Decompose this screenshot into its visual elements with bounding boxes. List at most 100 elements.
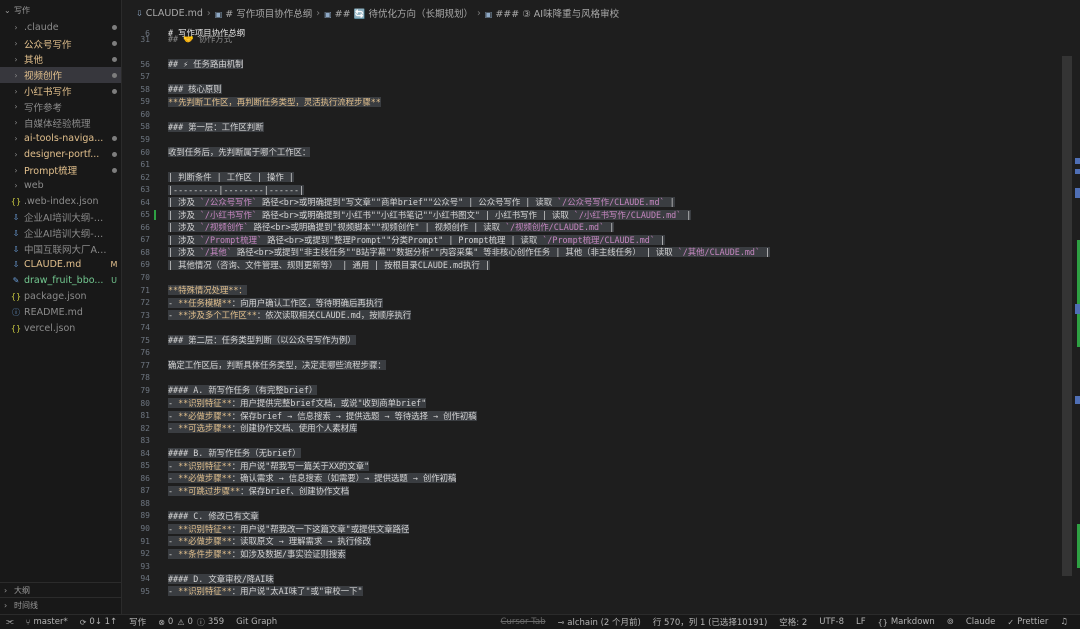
git-blame-status[interactable]: ⊸ alchain (2 个月前) [552, 615, 647, 629]
sync-status[interactable]: ⟳ 0↓ 1↑ [74, 615, 123, 629]
code-line[interactable]: 68 | 涉及 `/其他` 路径<br>或提到"非主线任务""B站字幕""数据分析… [122, 246, 771, 258]
vertical-scrollbar[interactable] [1062, 56, 1072, 576]
tree-item[interactable]: ⇩ 中国互联网大厂AI编... [0, 241, 121, 257]
chevron-right-icon[interactable]: › [10, 181, 22, 190]
code-line[interactable]: 71 **特殊情况处理**： [122, 284, 247, 296]
code-line[interactable]: 58 ### 核心原则 [122, 83, 222, 95]
code-line[interactable]: 93 [122, 560, 150, 572]
indentation-status[interactable]: 空格: 2 [773, 615, 813, 629]
sticky-scroll-headers[interactable]: 6 # 写作项目协作总纲 31 ## 🤝 协作方式 [122, 26, 1062, 44]
code-line[interactable]: 91 - **必做步骤**：读取原文 → 理解需求 → 执行修改 [122, 535, 371, 547]
code-line[interactable]: 82 - **可选步骤**：创建协作文档、使用个人素材库 [122, 422, 358, 434]
editor-area[interactable]: 6 # 写作项目协作总纲 31 ## 🤝 协作方式 56 ## ⚡ 任务路由机制 57 58… [122, 26, 1080, 614]
code-line[interactable]: 69 | 其他情况（咨询、文件管理、规则更新等） | 通用 | 按根目录CLAUD… [122, 259, 490, 271]
tree-item[interactable]: ⇩ 企业AI培训大纲-抖音... [0, 210, 121, 226]
tree-item[interactable]: › ai-tools-naviga... [0, 131, 121, 147]
code-line[interactable]: 89 #### C. 修改已有文章 [122, 510, 259, 522]
eol-status[interactable]: LF [850, 615, 872, 629]
prettier-status[interactable]: ✓ Prettier [1001, 615, 1054, 629]
code-line[interactable]: 80 - **识别特征**：用户提供完整brief文档，或说"收到商单brief" [122, 397, 427, 409]
chevron-right-icon[interactable]: › [10, 166, 22, 175]
code-line[interactable]: 94 #### D. 文章审校/降AI味 [122, 573, 274, 585]
chevron-right-icon[interactable]: › [10, 23, 22, 32]
tree-item[interactable]: {} package.json [0, 289, 121, 305]
chevron-right-icon[interactable]: › [10, 150, 22, 159]
tree-item[interactable]: › web [0, 178, 121, 194]
tree-item[interactable]: ⓘ README.md [0, 304, 121, 320]
outline-section[interactable]: › 大纲 [0, 582, 121, 597]
code-line[interactable]: 58 ### 第一层：工作区判断 [122, 121, 264, 133]
explorer-header[interactable]: ⌄ 写作 [0, 0, 121, 20]
tree-item[interactable]: › 写作参考 [0, 99, 121, 115]
claude-status[interactable]: Claude [960, 615, 1002, 629]
chevron-right-icon[interactable]: › [10, 102, 22, 111]
code-line[interactable]: 77 确定工作区后，判断具体任务类型，决定走哪些流程步骤： [122, 359, 386, 371]
sticky-line[interactable]: 31 ## 🤝 协作方式 [122, 33, 232, 45]
tree-item[interactable]: › .claude [0, 20, 121, 36]
code-line[interactable]: 60 [122, 108, 150, 120]
code-line[interactable]: 70 [122, 271, 150, 283]
notifications-status[interactable]: ♫ [1054, 615, 1074, 629]
code-line[interactable]: 76 [122, 347, 150, 359]
tree-item[interactable]: › Prompt梳理 [0, 162, 121, 178]
workspace-status[interactable]: 写作 [123, 615, 152, 629]
code-line[interactable]: 67 | 涉及 `/Prompt梳理` 路径<br>或提到"整理Prompt""分… [122, 234, 665, 246]
tree-item[interactable]: ⇩ CLAUDE.md M [0, 257, 121, 273]
language-mode-status[interactable]: {} Markdown [872, 615, 941, 629]
code-line[interactable]: 66 | 涉及 `/视频创作` 路径<br>或明确提到"视频脚本""视频创作" |… [122, 221, 615, 233]
git-graph-button[interactable]: Git Graph [230, 615, 283, 629]
code-line[interactable]: 85 - **识别特征**：用户说"帮我写一篇关于XX的文章" [122, 460, 370, 472]
code-line[interactable]: 57 [122, 71, 150, 83]
chevron-right-icon[interactable]: › [10, 134, 22, 143]
tree-item[interactable]: ✎ draw_fruit_bbo... U [0, 273, 121, 289]
cursor-position-status[interactable]: 行 570，列 1 (已选择10191) [647, 615, 773, 629]
code-line[interactable]: 56 ## ⚡ 任务路由机制 [122, 58, 244, 70]
tree-item[interactable]: › designer-portf... [0, 146, 121, 162]
chevron-right-icon[interactable]: › [10, 71, 22, 80]
code-line[interactable]: 65 | 涉及 `/小红书写作` 路径<br>或明确提到"小红书""小红书笔记""… [122, 209, 692, 221]
encoding-status[interactable]: UTF-8 [813, 615, 850, 629]
code-line[interactable]: 86 - **必做步骤**：确认需求 → 信息搜索（如需要）→ 提供选题 → 创作… [122, 472, 457, 484]
tree-item[interactable]: ⇩ 企业AI培训大纲-抖音... [0, 225, 121, 241]
code-line[interactable]: 81 - **必做步骤**：保存brief → 信息搜索 → 提供选题 → 等待选… [122, 409, 477, 421]
code-line[interactable]: 87 - **可跳过步骤**：保存brief、创建协作文档 [122, 485, 350, 497]
code-line[interactable]: 60 收到任务后，先判断属于哪个工作区： [122, 146, 311, 158]
problems-status[interactable]: ⊗ 0 ⚠ 0 ⓘ 359 [152, 615, 230, 629]
code-line[interactable]: 72 - **任务模糊**：向用户确认工作区，等待明确后再执行 [122, 296, 383, 308]
branch-status[interactable]: ⑂ master* [20, 615, 74, 629]
tree-item[interactable]: › 自媒体经验梳理 [0, 115, 121, 131]
code-line[interactable]: 78 [122, 372, 150, 384]
code-line[interactable]: 63 |---------|--------|------| [122, 184, 305, 196]
tree-item[interactable]: › 公众号写作 [0, 36, 121, 52]
breadcrumb-segment[interactable]: ▣ ## 🔄 待优化方向（长期规划） [324, 6, 473, 20]
code-line[interactable]: 61 [122, 158, 150, 170]
code-line[interactable]: 75 ### 第二层：任务类型判断（以公众号写作为例） [122, 334, 356, 346]
tree-item[interactable]: › 其他 [0, 52, 121, 68]
chevron-right-icon[interactable]: › [10, 39, 22, 48]
code-line[interactable]: 59 **先判断工作区，再判断任务类型，灵活执行流程步骤** [122, 96, 381, 108]
code-line[interactable]: 59 [122, 133, 150, 145]
code-line[interactable]: 90 - **识别特征**：用户说"帮我改一下这篇文章"或提供文章路径 [122, 522, 410, 534]
cursor-tab-status[interactable]: Cursor Tab [495, 615, 552, 629]
breadcrumb-segment[interactable]: ▣ ### ③ AI味降重与风格审校 [485, 6, 619, 20]
chevron-right-icon[interactable]: › [10, 87, 22, 96]
tree-item[interactable]: › 视频创作 [0, 67, 121, 84]
code-line[interactable]: 73 - **涉及多个工作区**：依次读取相关CLAUDE.md，按顺序执行 [122, 309, 412, 321]
code-line[interactable]: 92 - **条件步骤**：如涉及数据/事实验证则搜索 [122, 547, 346, 559]
breadcrumb-segment[interactable]: ⇩ CLAUDE.md [136, 8, 203, 19]
feedback-status[interactable]: ⊚ [941, 615, 960, 629]
code-line[interactable]: 83 [122, 435, 150, 447]
code-line[interactable]: 74 [122, 322, 150, 334]
tree-item[interactable]: {} .web-index.json [0, 194, 121, 210]
chevron-right-icon[interactable]: › [10, 118, 22, 127]
code-line[interactable]: 88 [122, 497, 150, 509]
tree-item[interactable]: › 小红书写作 [0, 83, 121, 99]
breadcrumb-segment[interactable]: ▣ # 写作项目协作总纲 [215, 6, 313, 20]
code-line[interactable]: 62 | 判断条件 | 工作区 | 操作 | [122, 171, 294, 183]
code-line[interactable]: 79 #### A. 新写作任务（有完整brief） [122, 384, 318, 396]
code-line[interactable]: 64 | 涉及 `/公众号写作` 路径<br>或明确提到"写文章""商单brief… [122, 196, 675, 208]
tree-item[interactable]: {} vercel.json [0, 320, 121, 336]
code-line[interactable]: 84 #### B. 新写作任务（无brief） [122, 447, 301, 459]
remote-indicator[interactable]: ⫘ [0, 615, 20, 629]
timeline-section[interactable]: › 时间线 [0, 597, 121, 612]
